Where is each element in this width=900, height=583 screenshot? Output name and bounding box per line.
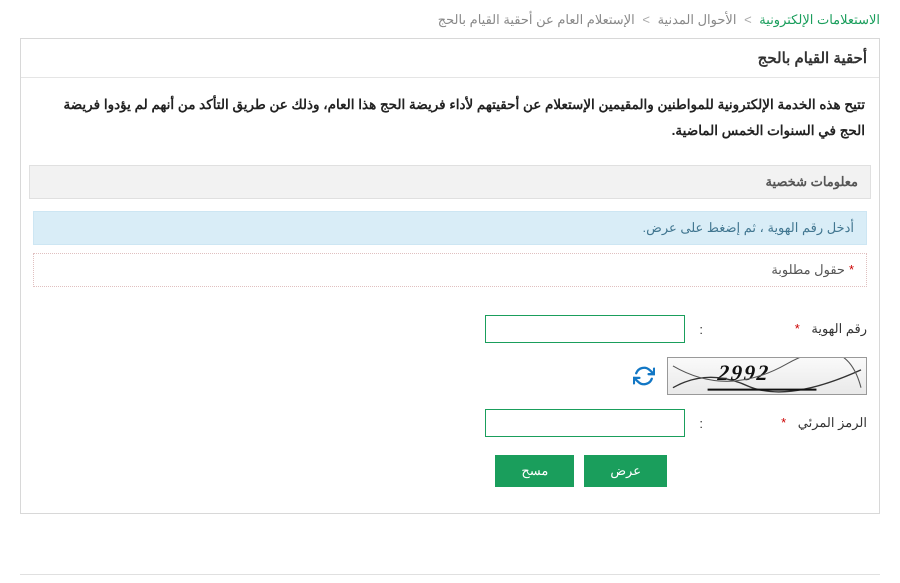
label-colon: :	[699, 416, 703, 431]
form-area: رقم الهوية * : 2992	[21, 299, 879, 513]
info-instruction-strip: أدخل رقم الهوية ، ثم إضغط على عرض.	[33, 211, 867, 245]
label-id-number: رقم الهوية *	[717, 321, 867, 337]
breadcrumb-sep: >	[642, 12, 650, 27]
refresh-captcha-icon[interactable]	[633, 365, 655, 387]
panel-title: أحقية القيام بالحج	[21, 39, 879, 78]
clear-button[interactable]: مسح	[495, 455, 574, 487]
visual-code-label-text: الرمز المرئي	[798, 415, 867, 430]
section-header-personal-info: معلومات شخصية	[29, 165, 871, 199]
breadcrumb-sep: >	[744, 12, 752, 27]
panel-description: تتيح هذه الخدمة الإلكترونية للمواطنين وا…	[21, 78, 879, 165]
breadcrumb-root-link[interactable]: الاستعلامات الإلكترونية	[759, 12, 880, 27]
required-fields-legend: * حقول مطلوبة	[33, 253, 867, 287]
id-label-text: رقم الهوية	[811, 321, 867, 336]
row-id-number: رقم الهوية * :	[33, 315, 867, 343]
captcha-text: 2992	[717, 360, 772, 386]
row-visual-code: الرمز المرئي * :	[33, 409, 867, 437]
label-colon: :	[699, 322, 703, 337]
submit-button[interactable]: عرض	[584, 455, 667, 487]
required-legend-text: حقول مطلوبة	[771, 262, 845, 277]
label-visual-code: الرمز المرئي *	[717, 415, 867, 431]
breadcrumb-current: الإستعلام العام عن أحقية القيام بالحج	[438, 12, 635, 27]
required-asterisk: *	[781, 415, 786, 430]
button-row: عرض مسح	[33, 455, 667, 487]
breadcrumb-mid: الأحوال المدنية	[658, 12, 737, 27]
required-asterisk: *	[795, 321, 800, 336]
id-number-input[interactable]	[485, 315, 685, 343]
required-asterisk: *	[849, 262, 854, 277]
captcha-image: 2992	[667, 357, 867, 395]
bottom-separator	[20, 574, 880, 575]
main-panel: أحقية القيام بالحج تتيح هذه الخدمة الإلك…	[20, 38, 880, 514]
row-captcha: 2992	[233, 357, 867, 395]
breadcrumb: الاستعلامات الإلكترونية > الأحوال المدني…	[20, 8, 880, 38]
visual-code-input[interactable]	[485, 409, 685, 437]
